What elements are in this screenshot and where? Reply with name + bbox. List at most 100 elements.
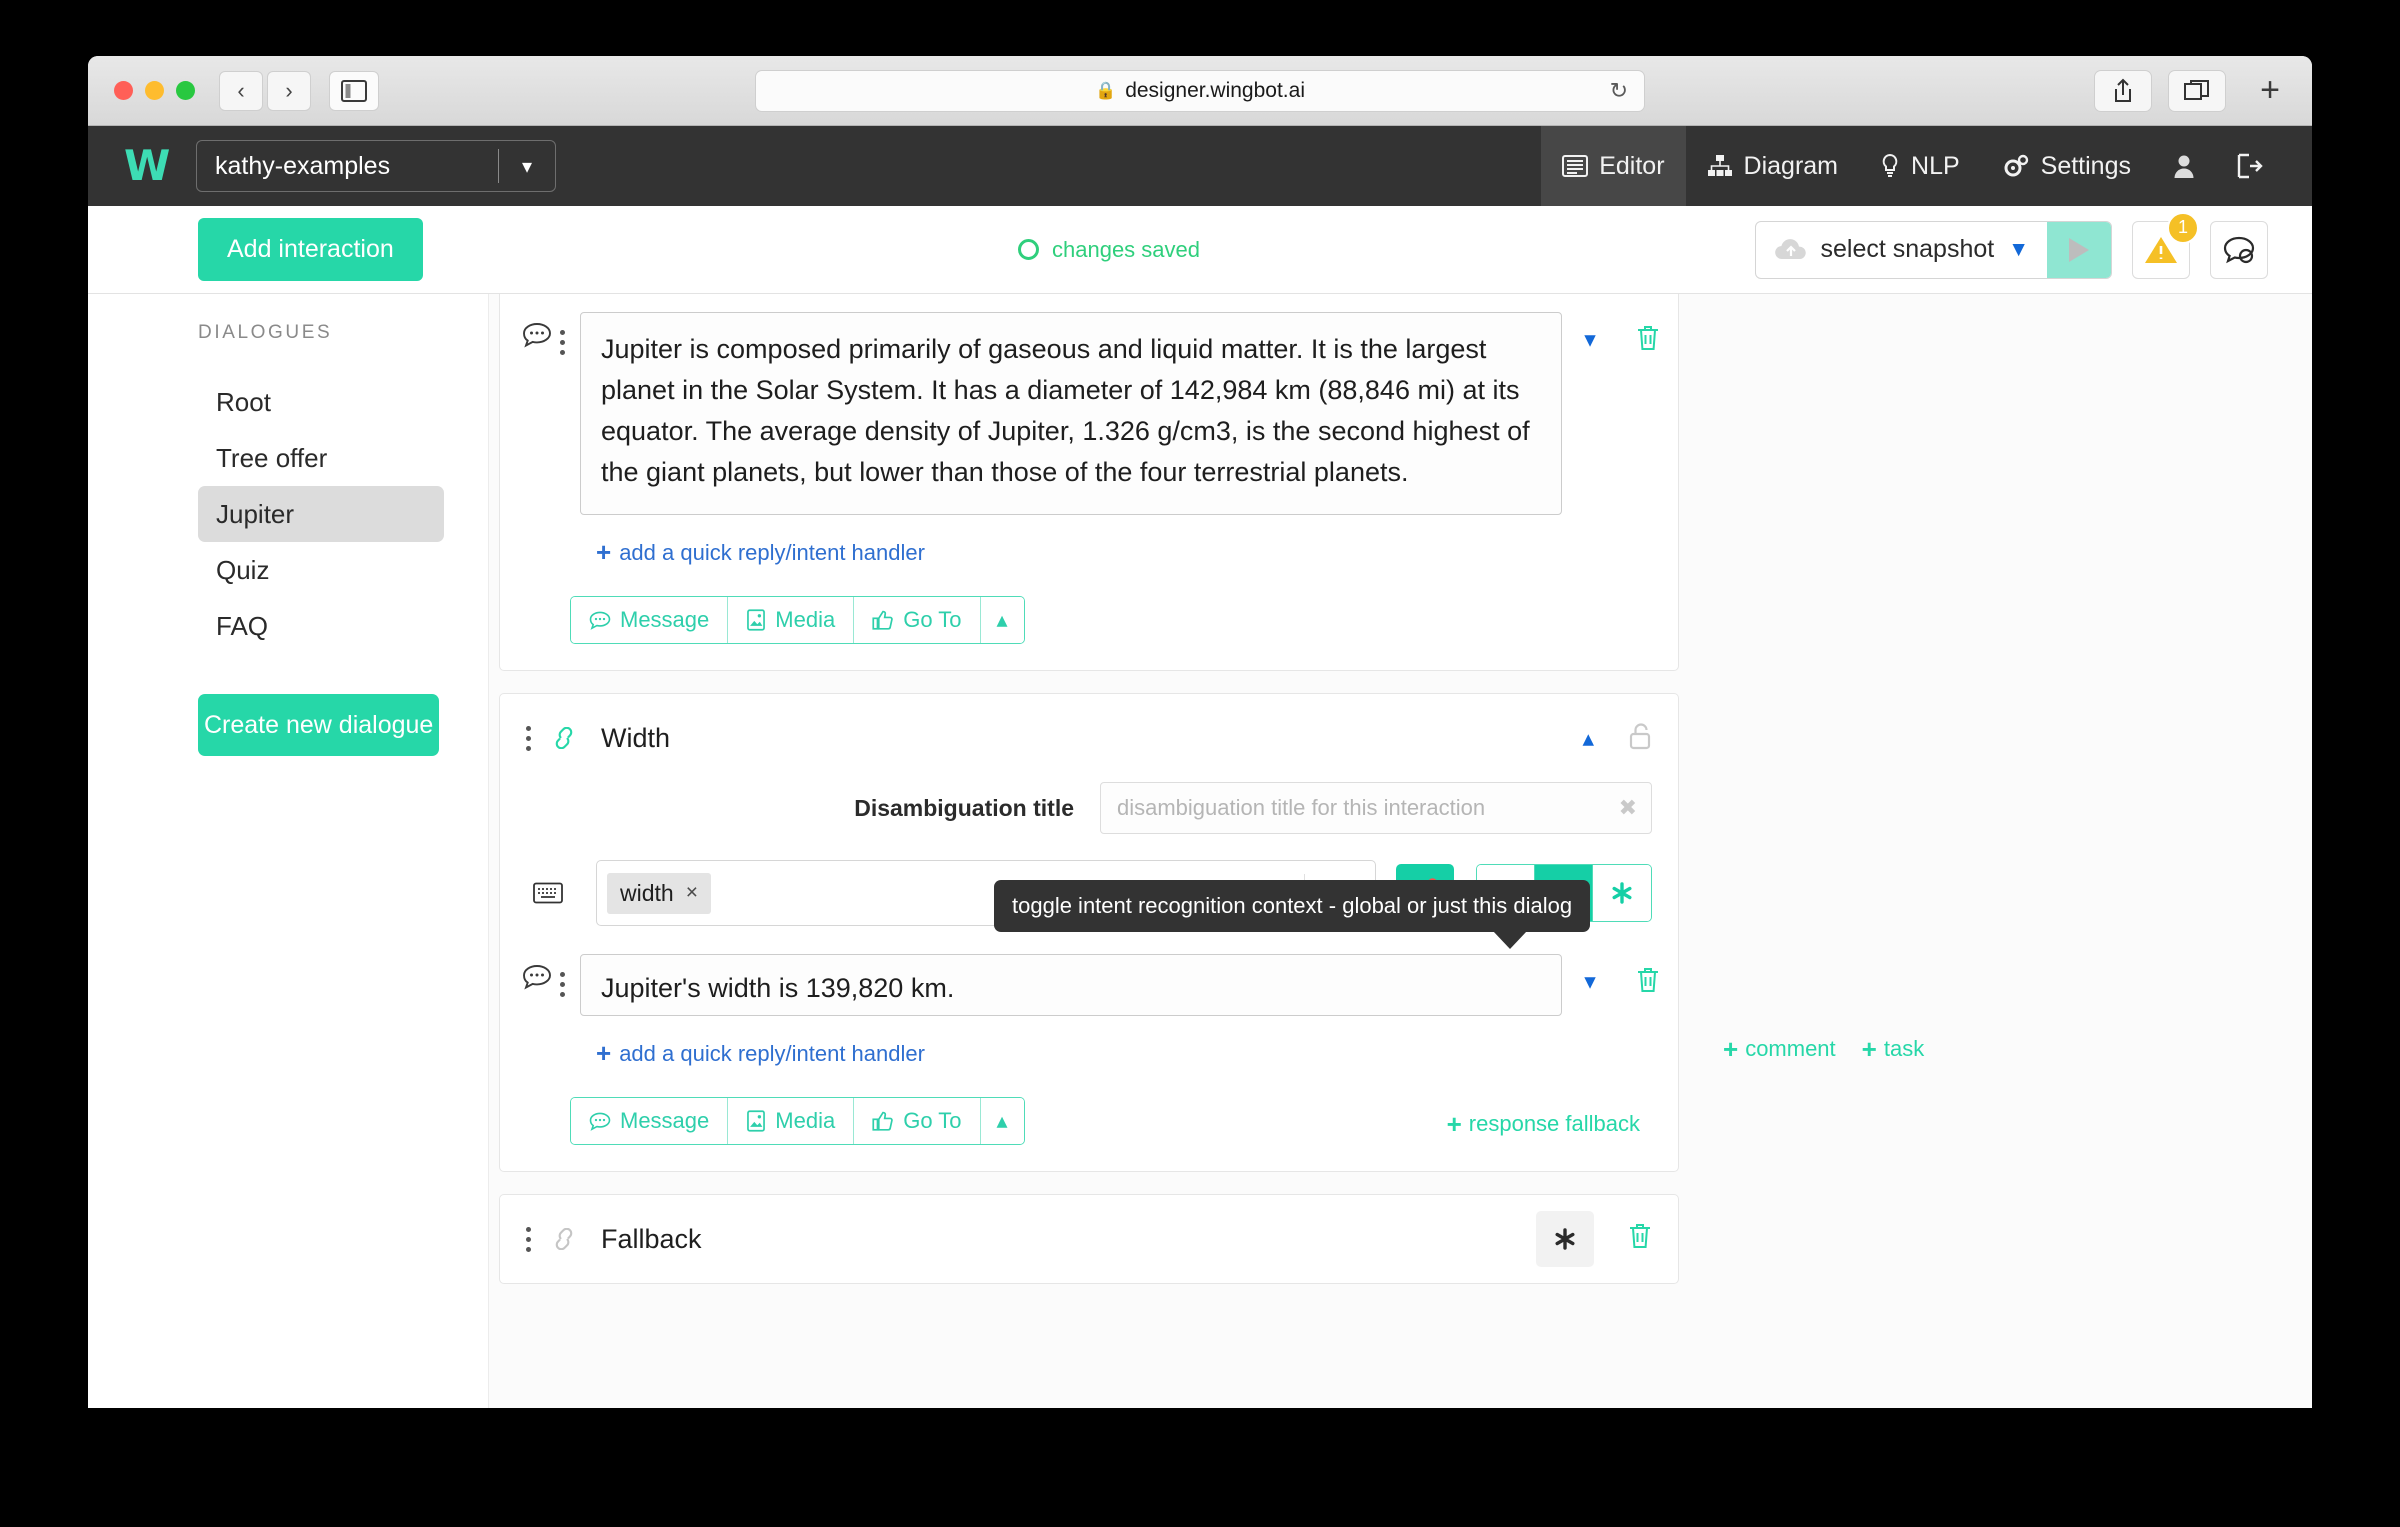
clear-circle-icon[interactable]: ✖ [1619, 795, 1637, 821]
drag-handle-icon[interactable] [558, 972, 566, 997]
warnings-button[interactable]: 1 [2132, 211, 2199, 279]
interaction-card-jupiter: Jupiter is composed primarily of gaseous… [499, 294, 1679, 671]
logout-button[interactable] [2216, 126, 2284, 206]
chevron-up-icon[interactable]: ▴ [1582, 725, 1594, 752]
add-quick-reply-link[interactable]: + add a quick reply/intent handler [596, 537, 1678, 568]
app-body: DIALOGUES Root Tree offer Jupiter Quiz F… [88, 294, 2312, 1408]
add-message-button[interactable]: Message [571, 1098, 729, 1144]
user-icon [2173, 153, 2195, 179]
wingbot-logo: W [124, 141, 170, 190]
trash-icon[interactable] [1618, 312, 1678, 352]
add-comment-link[interactable]: + comment [1723, 1036, 1836, 1062]
disambiguation-input[interactable]: disambiguation title for this interactio… [1100, 782, 1652, 834]
response-fallback-link[interactable]: + response fallback [1447, 1111, 1640, 1137]
gears-icon [2002, 153, 2030, 179]
save-status-label: changes saved [1052, 236, 1200, 262]
intent-chip[interactable]: width × [607, 872, 711, 914]
card-header-actions [1536, 1211, 1652, 1267]
browser-titlebar: ‹ › 🔒 designer.wingbot.ai ↻ + [88, 56, 2312, 126]
sidebar-item-label: Jupiter [216, 498, 295, 529]
add-task-link[interactable]: + task [1862, 1036, 1925, 1062]
nav-item-diagram[interactable]: Diagram [1686, 126, 1859, 206]
plus-icon: + [1861, 1034, 1877, 1064]
asterisk-icon[interactable] [1593, 865, 1651, 921]
app-header: W kathy-examples ▾ Editor Diagram NLP Se… [88, 126, 2312, 206]
nav-item-settings[interactable]: Settings [1981, 126, 2152, 206]
chevron-down-icon[interactable]: ▾ [499, 154, 555, 179]
asterisk-icon[interactable] [1536, 1211, 1594, 1267]
new-tab-icon[interactable]: + [2246, 67, 2294, 115]
close-icon[interactable]: × [686, 881, 698, 905]
browser-window: ‹ › 🔒 designer.wingbot.ai ↻ + W kathy-ex… [88, 56, 2312, 1408]
sidebar-item-jupiter[interactable]: Jupiter [198, 486, 444, 542]
window-controls [114, 81, 195, 100]
speech-bubble-icon [522, 964, 552, 995]
chevron-up-icon: ▴ [996, 607, 1008, 632]
plus-icon: + [1446, 1109, 1462, 1139]
card-header: Width ▴ [500, 694, 1678, 782]
nav-item-nlp[interactable]: NLP [1859, 126, 1981, 206]
user-account-button[interactable] [2152, 126, 2216, 206]
minimize-window-button[interactable] [145, 81, 164, 100]
project-select[interactable]: kathy-examples ▾ [196, 140, 556, 192]
saved-ring-icon [1018, 239, 1039, 260]
chevron-down-icon[interactable]: ▾ [1562, 954, 1618, 995]
sidebar-item-quiz[interactable]: Quiz [198, 542, 444, 598]
message-textarea[interactable]: Jupiter is composed primarily of gaseous… [580, 312, 1562, 515]
sidebar-toggle-icon[interactable] [329, 70, 379, 111]
chevron-down-icon[interactable]: ▼ [2008, 238, 2047, 262]
run-snapshot-button[interactable] [2047, 221, 2111, 278]
add-goto-button[interactable]: Go To [854, 1098, 981, 1144]
snapshot-label: select snapshot [1820, 235, 1995, 263]
snapshot-selector[interactable]: select snapshot ▼ [1755, 220, 2112, 279]
unlock-icon[interactable] [1628, 722, 1652, 755]
add-block-buttons: Message Media Go To ▴ [570, 1097, 1025, 1145]
drag-handle-icon[interactable] [526, 1226, 531, 1252]
collapse-block-buttons[interactable]: ▴ [980, 597, 1024, 643]
toolbar-right: select snapshot ▼ 1 [1755, 211, 2268, 279]
reload-icon[interactable]: ↻ [1610, 78, 1628, 104]
plus-icon: + [1723, 1034, 1739, 1064]
message-row: Jupiter is composed primarily of gaseous… [500, 294, 1678, 515]
save-status: changes saved [1018, 237, 1200, 263]
add-media-button[interactable]: Media [728, 1098, 855, 1144]
add-goto-button[interactable]: Go To [854, 597, 981, 643]
editor-main: Jupiter is composed primarily of gaseous… [488, 294, 2312, 1408]
sidebar-item-tree-offer[interactable]: Tree offer [198, 430, 444, 486]
back-icon[interactable]: ‹ [219, 70, 263, 111]
interaction-card-fallback: Fallback [499, 1194, 1679, 1284]
editor-icon [1562, 155, 1589, 177]
add-message-button[interactable]: Message [571, 597, 729, 643]
forward-icon[interactable]: › [267, 70, 311, 111]
sidebar-item-faq[interactable]: FAQ [198, 598, 444, 654]
logout-icon [2237, 153, 2263, 179]
share-icon[interactable] [2094, 69, 2152, 112]
collapse-block-buttons[interactable]: ▴ [980, 1098, 1024, 1144]
trash-icon[interactable] [1618, 954, 1678, 994]
aside-links: + comment + task [1723, 1036, 1924, 1062]
chevron-down-icon[interactable]: ▾ [1562, 312, 1618, 353]
tab-overview-icon[interactable] [2168, 69, 2226, 112]
button-label: Message [620, 607, 710, 632]
message-textarea[interactable]: Jupiter's width is 139,820 km. [580, 954, 1562, 1016]
trash-icon[interactable] [1628, 1222, 1652, 1257]
interaction-list: Jupiter is composed primarily of gaseous… [499, 294, 1679, 1284]
add-interaction-button[interactable]: Add interaction [198, 218, 423, 281]
add-block-buttons: Message Media Go To ▴ [570, 596, 1025, 644]
link-icon[interactable] [551, 1228, 577, 1250]
sidebar-item-root[interactable]: Root [198, 374, 444, 430]
add-media-button[interactable]: Media [728, 597, 855, 643]
drag-handle-icon[interactable] [526, 725, 531, 751]
close-window-button[interactable] [114, 81, 133, 100]
drag-handle-icon[interactable] [558, 330, 566, 355]
create-new-dialogue-button[interactable]: Create new dialogue [198, 694, 440, 756]
add-quick-reply-link[interactable]: + add a quick reply/intent handler [596, 1038, 1678, 1069]
button-label: Go To [903, 607, 962, 632]
nav-label: Diagram [1743, 151, 1839, 180]
nav-item-editor[interactable]: Editor [1541, 126, 1686, 206]
add-comment-label: comment [1745, 1036, 1836, 1061]
url-bar[interactable]: 🔒 designer.wingbot.ai ↻ [755, 69, 1645, 112]
maximize-window-button[interactable] [176, 81, 195, 100]
comments-button[interactable] [2210, 220, 2268, 279]
link-icon[interactable] [551, 727, 577, 749]
